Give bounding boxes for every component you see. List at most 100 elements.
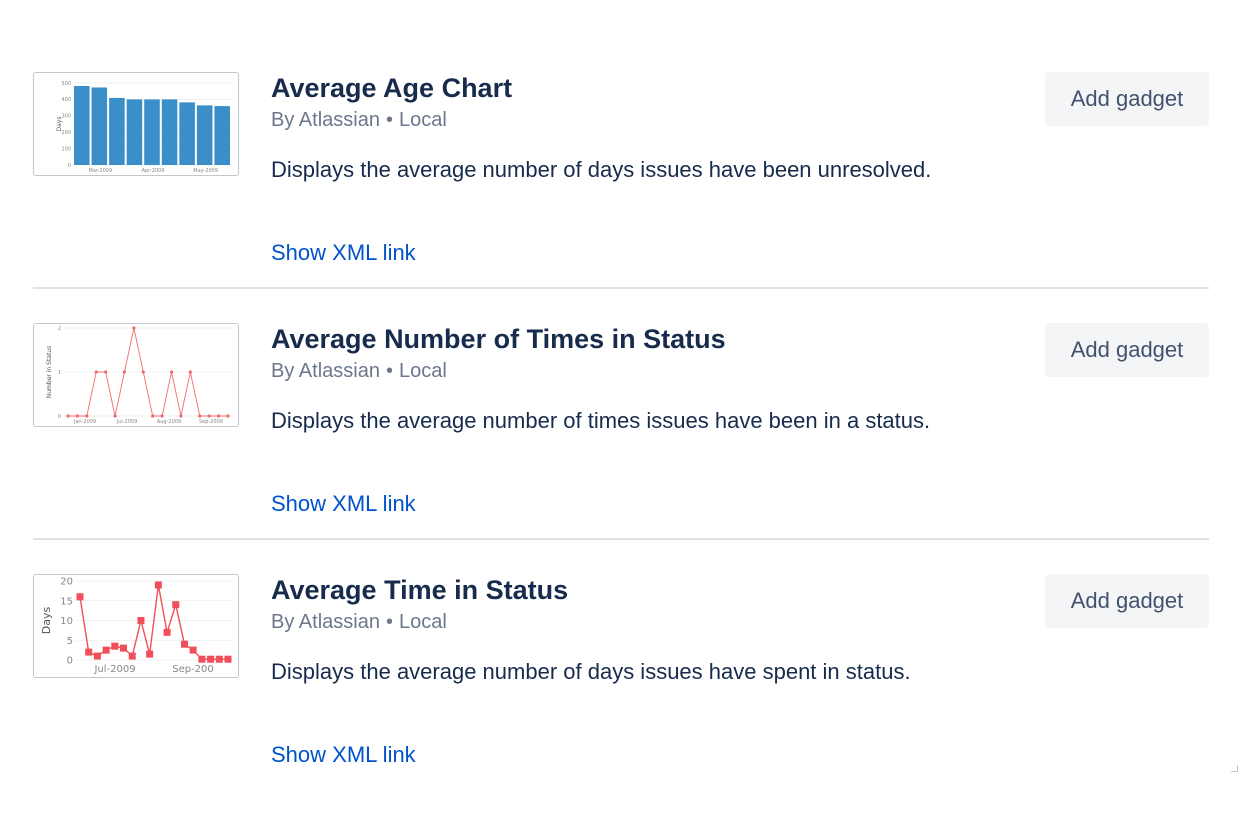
data-point — [198, 655, 206, 663]
data-point — [180, 640, 188, 648]
data-point — [160, 414, 164, 418]
bar — [214, 106, 230, 165]
show-xml-link[interactable]: Show XML link — [271, 489, 416, 519]
add-gadget-button[interactable]: Add gadget — [1045, 323, 1209, 377]
gadget-average-number-of-times-in-status: 2 1 0 Jan-2009 Jul-2009 Aug-2009 Sep-2009 Numbe… — [33, 323, 1209, 574]
line-chart-thumbnail-icon: 2 1 0 Jan-2009 Jul-2009 Aug-2009 Sep-2009 Numbe… — [33, 323, 239, 427]
data-point — [75, 414, 80, 418]
y-tick-label: 20 — [60, 577, 73, 588]
data-point — [76, 593, 84, 601]
data-point — [141, 370, 145, 374]
gadget-source: Local — [398, 611, 447, 633]
x-tick-label: Apr-2009 — [142, 168, 165, 174]
y-tick-label: 10 — [60, 616, 73, 627]
data-point — [137, 617, 145, 624]
data-point — [122, 370, 127, 374]
data-point — [169, 370, 174, 374]
data-point — [85, 648, 93, 656]
data-point — [66, 414, 70, 418]
data-point — [207, 655, 215, 663]
data-point — [132, 326, 136, 330]
y-axis-label: Days — [56, 117, 63, 132]
gadget-average-time-in-status: 20 15 10 5 0 Jul-2009 Sep-200 Days Average Time… — [33, 574, 1209, 825]
data-point — [163, 628, 171, 636]
bar — [196, 105, 213, 165]
series-line — [79, 584, 228, 660]
data-point — [120, 644, 128, 652]
y-tick-label: 0 — [67, 656, 73, 667]
line-chart-thumbnail-icon: 20 15 10 5 0 Jul-2009 Sep-200 Days — [33, 574, 239, 678]
data-point — [216, 414, 221, 418]
bar — [179, 102, 195, 165]
data-point — [207, 414, 211, 418]
bar — [161, 99, 178, 165]
add-gadget-button[interactable]: Add gadget — [1045, 72, 1209, 126]
divider — [33, 287, 1209, 289]
y-tick-label: 1 — [58, 370, 61, 376]
data-point — [189, 646, 197, 654]
data-point — [94, 370, 98, 374]
data-point — [198, 414, 202, 418]
data-point — [102, 646, 110, 654]
data-point — [111, 642, 119, 650]
gadget-author: By Atlassian — [271, 360, 380, 382]
y-tick-label: 500 — [61, 81, 71, 87]
meta-separator: • — [385, 360, 393, 382]
data-point — [188, 370, 192, 374]
data-point — [85, 414, 89, 418]
y-tick-label: 100 — [61, 146, 71, 152]
data-point — [113, 414, 117, 418]
y-tick-label: 15 — [60, 596, 73, 607]
data-point — [172, 601, 180, 609]
x-tick-label: Sep-2009 — [199, 419, 223, 425]
y-tick-label: 2 — [58, 326, 61, 332]
bar — [74, 85, 90, 165]
data-point — [226, 414, 230, 418]
gadget-title: Average Number of Times in Status — [271, 324, 726, 354]
data-point — [179, 414, 183, 418]
data-point — [128, 652, 136, 660]
gadget-meta: By Atlassian • Local — [271, 108, 447, 132]
y-tick-label: 0 — [58, 414, 61, 420]
data-point — [154, 581, 162, 589]
x-tick-label: Sep-200 — [172, 664, 214, 675]
gadget-meta: By Atlassian • Local — [271, 610, 447, 634]
data-point — [104, 370, 108, 374]
data-point — [224, 655, 232, 663]
gadget-meta: By Atlassian • Local — [271, 359, 447, 383]
x-tick-label: May-2009 — [193, 168, 218, 174]
meta-separator: • — [385, 109, 393, 131]
x-tick-label: Jul-2009 — [116, 419, 138, 425]
x-tick-label: Jan-2009 — [73, 419, 96, 425]
gadget-source: Local — [398, 360, 447, 382]
y-tick-label: 400 — [61, 97, 71, 103]
y-tick-label: 5 — [67, 636, 73, 647]
gadget-author: By Atlassian — [271, 109, 380, 131]
bar — [91, 87, 108, 165]
x-tick-label: Aug-2009 — [157, 419, 181, 425]
x-tick-label: Jul-2009 — [93, 664, 135, 675]
y-tick-label: 0 — [68, 163, 71, 169]
bar — [144, 99, 160, 165]
data-point — [93, 652, 101, 660]
data-point — [151, 414, 155, 418]
gadget-description: Displays the average number of days issu… — [271, 659, 911, 684]
resize-handle-icon[interactable] — [1231, 765, 1238, 772]
gadget-description: Displays the average number of times iss… — [271, 408, 931, 433]
y-axis-label: Number in Status — [46, 346, 53, 399]
gadget-description: Displays the average number of days issu… — [271, 157, 932, 182]
data-point — [215, 655, 223, 663]
show-xml-link[interactable]: Show XML link — [271, 740, 416, 770]
bar-chart-thumbnail-icon: 500 400 300 200 100 0 Mar-2009 Apr-2009 May-2009… — [33, 72, 239, 176]
x-tick-label: Mar-2009 — [89, 168, 113, 174]
show-xml-link[interactable]: Show XML link — [271, 238, 416, 268]
divider — [33, 538, 1209, 540]
add-gadget-button[interactable]: Add gadget — [1045, 574, 1209, 628]
gadget-average-age-chart: 500 400 300 200 100 0 Mar-2009 Apr-2009 May-2009… — [33, 72, 1209, 323]
meta-separator: • — [385, 611, 393, 633]
gadget-author: By Atlassian — [271, 611, 380, 633]
data-point — [146, 650, 154, 658]
gadget-title: Average Time in Status — [271, 575, 569, 605]
gadget-title: Average Age Chart — [271, 73, 513, 103]
gadget-source: Local — [398, 109, 447, 131]
